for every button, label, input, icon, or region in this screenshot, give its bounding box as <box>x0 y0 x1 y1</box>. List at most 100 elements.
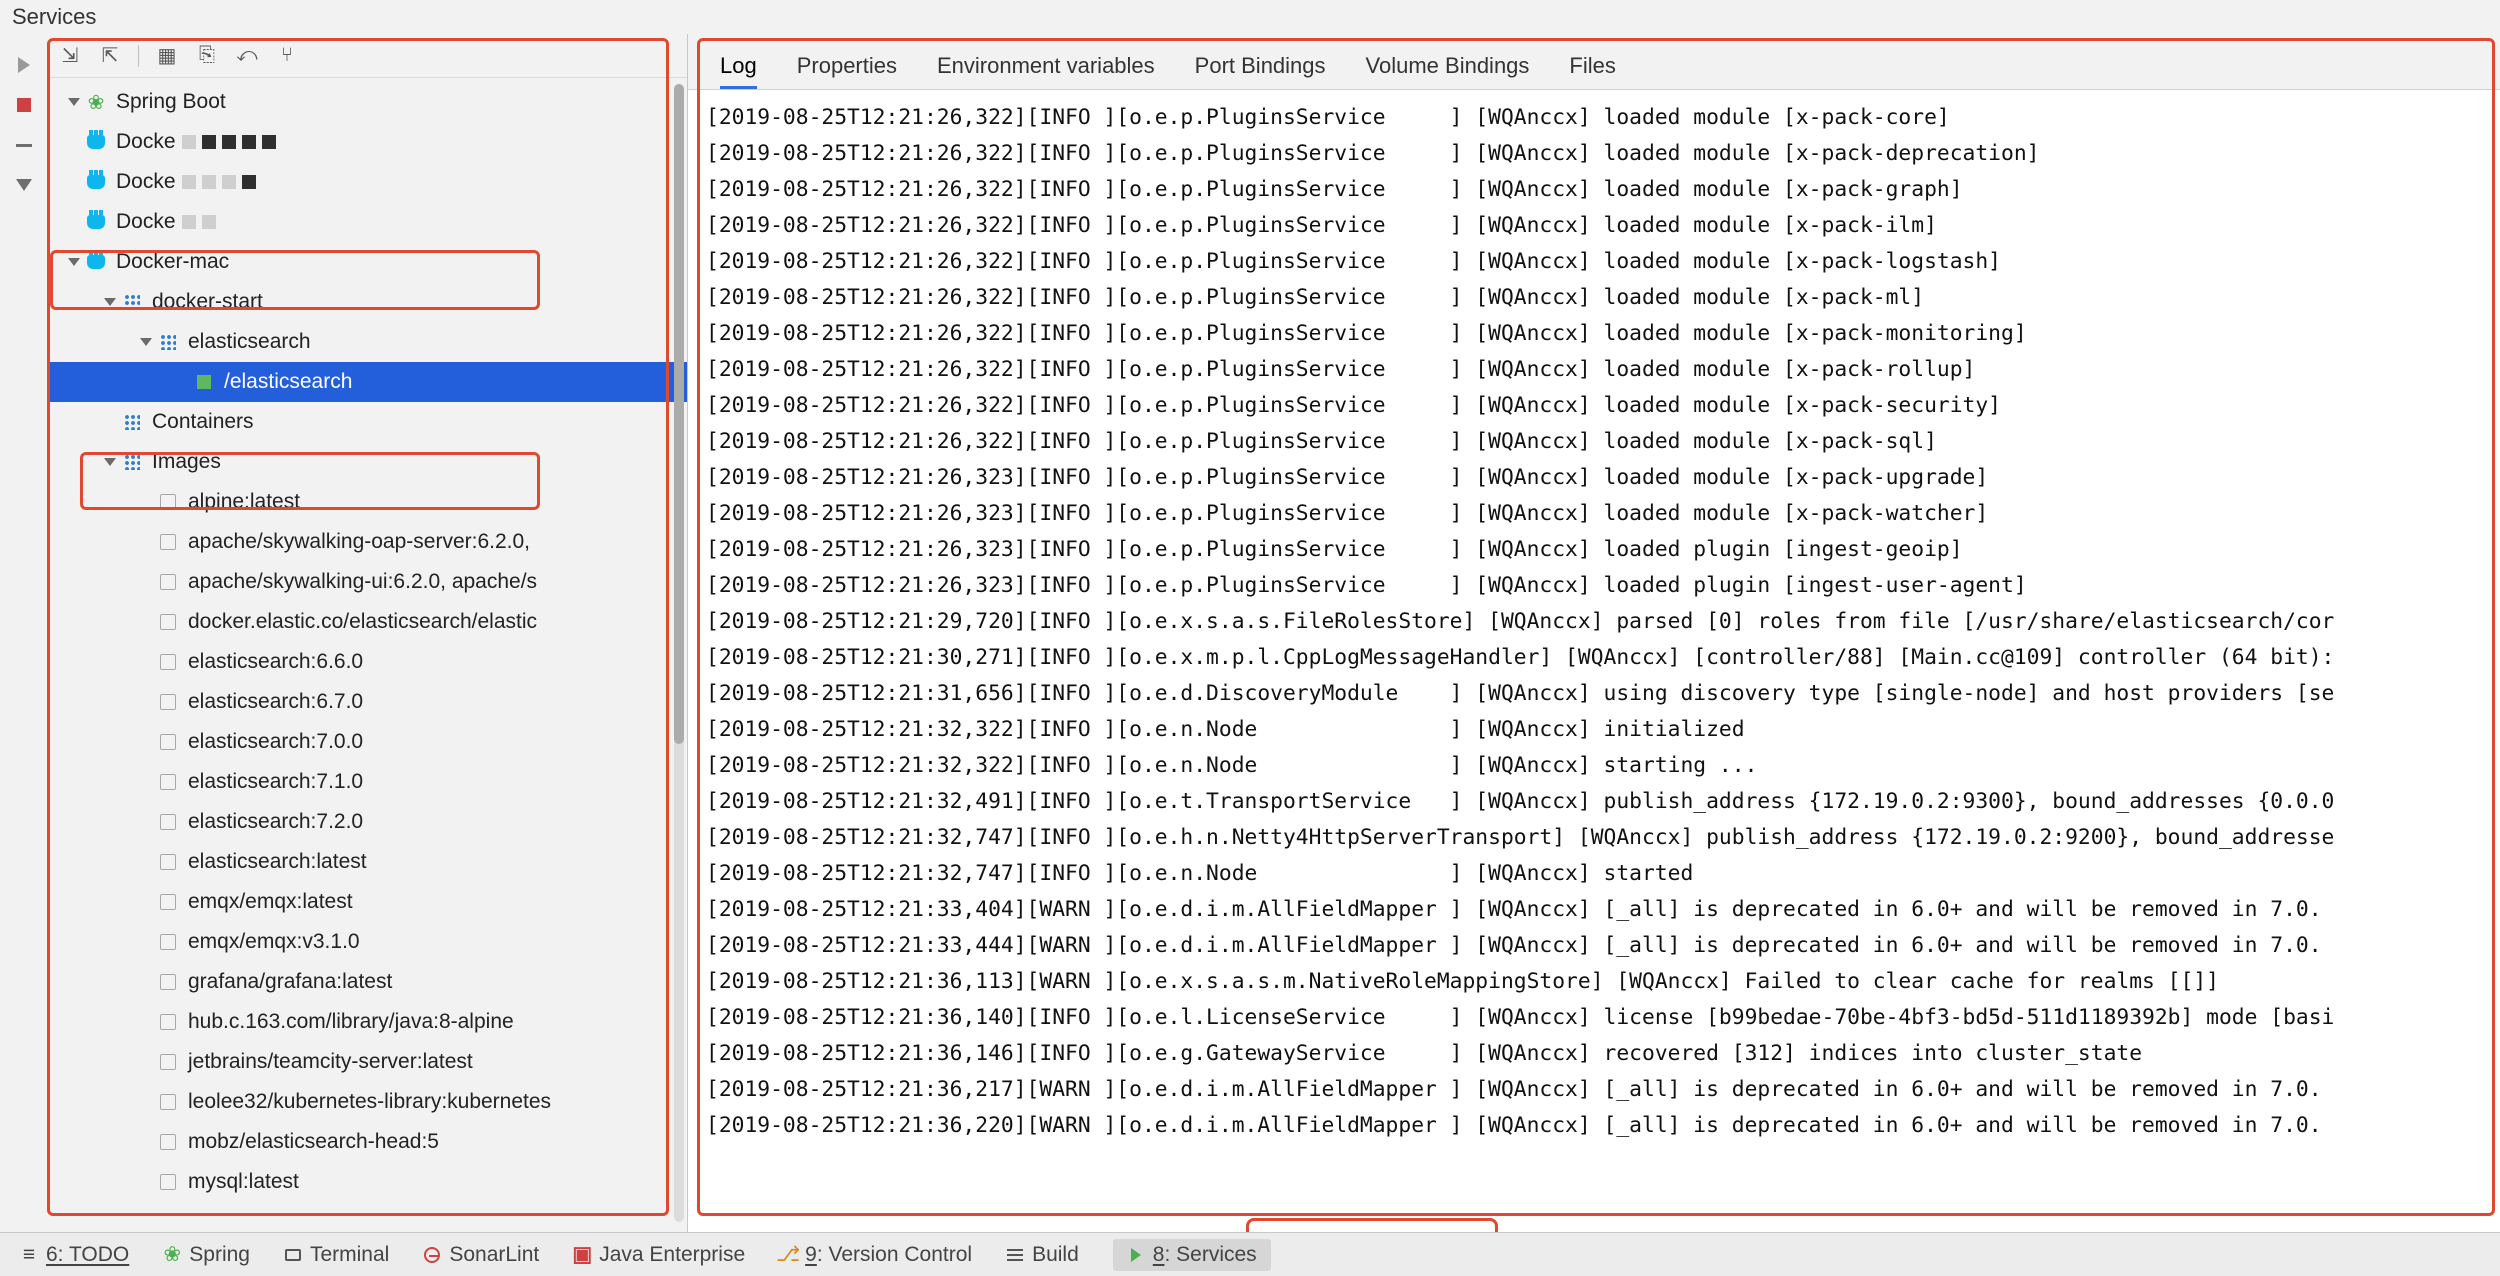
log-line: [2019-08-25T12:21:26,322][INFO ][o.e.p.P… <box>706 100 2482 136</box>
tree-item[interactable]: elasticsearch:latest <box>48 842 687 882</box>
tab-log[interactable]: Log <box>720 45 757 89</box>
tree-item-label: grafana/grafana:latest <box>188 970 392 994</box>
tree-item-label: Docke <box>116 170 176 194</box>
log-line: [2019-08-25T12:21:30,271][INFO ][o.e.x.m… <box>706 640 2482 676</box>
version-control-tab[interactable]: ⎇9: Version Control <box>779 1243 972 1267</box>
left-gutter <box>0 34 48 1234</box>
build-tab[interactable]: Build <box>1006 1243 1079 1267</box>
expand-arrow-icon[interactable] <box>64 258 84 266</box>
tree-item[interactable]: jetbrains/teamcity-server:latest <box>48 1042 687 1082</box>
filter-icon[interactable] <box>13 174 35 196</box>
import-icon[interactable]: ⤺ <box>235 44 259 68</box>
tree-item[interactable]: elasticsearch:7.0.0 <box>48 722 687 762</box>
tree-item[interactable]: elasticsearch:6.6.0 <box>48 642 687 682</box>
tree-item-label: mysql:latest <box>188 1170 299 1194</box>
log-line: [2019-08-25T12:21:26,322][INFO ][o.e.p.P… <box>706 172 2482 208</box>
log-line: [2019-08-25T12:21:26,322][INFO ][o.e.p.P… <box>706 208 2482 244</box>
tree-item-label: apache/skywalking-oap-server:6.2.0, <box>188 530 530 554</box>
tree-item-label: leolee32/kubernetes-library:kubernetes <box>188 1090 551 1114</box>
expand-arrow-icon[interactable] <box>100 298 120 306</box>
save-icon[interactable]: ⎘ <box>195 44 219 68</box>
tree-item[interactable]: grafana/grafana:latest <box>48 962 687 1002</box>
todo-tab[interactable]: ≡6: TODO <box>20 1243 129 1267</box>
grid-icon[interactable]: ▦ <box>155 44 179 68</box>
tab-environment-variables[interactable]: Environment variables <box>937 45 1155 89</box>
tree-item-label: Images <box>152 450 221 474</box>
tree-item[interactable]: hub.c.163.com/library/java:8-alpine <box>48 1002 687 1042</box>
tree-item[interactable]: leolee32/kubernetes-library:kubernetes <box>48 1082 687 1122</box>
sonarlint-tab[interactable]: SonarLint <box>423 1243 539 1267</box>
services-tree-pane: ⇲ ⇱ ▦ ⎘ ⤺ ⑂ ❀Spring BootDockeDockeDockeD… <box>48 34 688 1232</box>
log-line: [2019-08-25T12:21:36,220][WARN ][o.e.d.i… <box>706 1108 2482 1144</box>
tab-volume-bindings[interactable]: Volume Bindings <box>1366 45 1530 89</box>
tree-item[interactable]: ❀Spring Boot <box>48 82 687 122</box>
toolbar-separator <box>138 45 139 67</box>
tree-item[interactable]: emqx/emqx:latest <box>48 882 687 922</box>
tree-item-label: elasticsearch:6.7.0 <box>188 690 363 714</box>
tree-item[interactable]: Docke <box>48 202 687 242</box>
log-line: [2019-08-25T12:21:29,720][INFO ][o.e.x.s… <box>706 604 2482 640</box>
tree-toolbar: ⇲ ⇱ ▦ ⎘ ⤺ ⑂ <box>48 34 687 78</box>
log-line: [2019-08-25T12:21:32,322][INFO ][o.e.n.N… <box>706 748 2482 784</box>
tree-item[interactable]: Docke <box>48 162 687 202</box>
expand-arrow-icon[interactable] <box>100 458 120 466</box>
log-line: [2019-08-25T12:21:26,322][INFO ][o.e.p.P… <box>706 424 2482 460</box>
tree-item[interactable]: elasticsearch:7.1.0 <box>48 762 687 802</box>
tree-item[interactable]: Containers <box>48 402 687 442</box>
log-output[interactable]: [2019-08-25T12:21:26,322][INFO ][o.e.p.P… <box>688 90 2500 1232</box>
log-line: [2019-08-25T12:21:26,322][INFO ][o.e.p.P… <box>706 280 2482 316</box>
tab-files[interactable]: Files <box>1569 45 1615 89</box>
stop-icon[interactable] <box>13 94 35 116</box>
tree-item[interactable]: elasticsearch:6.7.0 <box>48 682 687 722</box>
expand-arrow-icon[interactable] <box>136 338 156 346</box>
log-line: [2019-08-25T12:21:26,322][INFO ][o.e.p.P… <box>706 388 2482 424</box>
log-line: [2019-08-25T12:21:33,444][WARN ][o.e.d.i… <box>706 928 2482 964</box>
tree-scrollbar[interactable] <box>674 84 684 1222</box>
tree-item[interactable]: /elasticsearch <box>48 362 687 402</box>
tree-item-label: Spring Boot <box>116 90 226 114</box>
branch-icon[interactable]: ⑂ <box>275 44 299 68</box>
tree-item[interactable]: apache/skywalking-oap-server:6.2.0, <box>48 522 687 562</box>
java-enterprise-tab[interactable]: ▣Java Enterprise <box>573 1243 745 1267</box>
terminal-tab[interactable]: Terminal <box>284 1243 389 1267</box>
services-tree[interactable]: ❀Spring BootDockeDockeDockeDocker-macdoc… <box>48 78 687 1202</box>
tree-item-label: docker-start <box>152 290 263 314</box>
collapse-all-icon[interactable]: ⇱ <box>98 44 122 68</box>
tree-item-label: alpine:latest <box>188 490 300 514</box>
log-line: [2019-08-25T12:21:33,404][WARN ][o.e.d.i… <box>706 892 2482 928</box>
detail-tab-bar: Log Properties Environment variables Port B… <box>688 34 2500 90</box>
tree-item-label: Containers <box>152 410 254 434</box>
tree-item[interactable]: alpine:latest <box>48 482 687 522</box>
log-line: [2019-08-25T12:21:32,322][INFO ][o.e.n.N… <box>706 712 2482 748</box>
tree-item-label: elasticsearch:6.6.0 <box>188 650 363 674</box>
tree-item-label: hub.c.163.com/library/java:8-alpine <box>188 1010 514 1034</box>
run-icon[interactable] <box>13 54 35 76</box>
tree-item[interactable]: apache/skywalking-ui:6.2.0, apache/s <box>48 562 687 602</box>
log-line: [2019-08-25T12:21:36,146][INFO ][o.e.g.G… <box>706 1036 2482 1072</box>
tree-item[interactable]: docker.elastic.co/elasticsearch/elastic <box>48 602 687 642</box>
tree-item-label: Docker-mac <box>116 250 229 274</box>
expand-arrow-icon[interactable] <box>64 98 84 106</box>
log-line: [2019-08-25T12:21:32,491][INFO ][o.e.t.T… <box>706 784 2482 820</box>
tab-port-bindings[interactable]: Port Bindings <box>1195 45 1326 89</box>
tree-item[interactable]: Images <box>48 442 687 482</box>
tree-item[interactable]: mobz/elasticsearch-head:5 <box>48 1122 687 1162</box>
log-line: [2019-08-25T12:21:31,656][INFO ][o.e.d.D… <box>706 676 2482 712</box>
tree-item[interactable]: elasticsearch <box>48 322 687 362</box>
tree-item[interactable]: emqx/emqx:v3.1.0 <box>48 922 687 962</box>
tree-item[interactable]: Docker-mac <box>48 242 687 282</box>
minimize-icon[interactable] <box>13 134 35 156</box>
tree-item[interactable]: docker-start <box>48 282 687 322</box>
spring-tab[interactable]: ❀Spring <box>163 1243 250 1267</box>
tree-item[interactable]: Docke <box>48 122 687 162</box>
tree-item[interactable]: mysql:latest <box>48 1162 687 1202</box>
tree-item-label: /elasticsearch <box>224 370 352 394</box>
services-tab[interactable]: 8: Services <box>1113 1239 1271 1271</box>
log-line: [2019-08-25T12:21:36,140][INFO ][o.e.l.L… <box>706 1000 2482 1036</box>
tree-item-label: elasticsearch:7.2.0 <box>188 810 363 834</box>
log-line: [2019-08-25T12:21:36,113][WARN ][o.e.x.s… <box>706 964 2482 1000</box>
tab-properties[interactable]: Properties <box>797 45 897 89</box>
expand-all-icon[interactable]: ⇲ <box>58 44 82 68</box>
tree-item[interactable]: elasticsearch:7.2.0 <box>48 802 687 842</box>
tree-item-label: elasticsearch:latest <box>188 850 367 874</box>
